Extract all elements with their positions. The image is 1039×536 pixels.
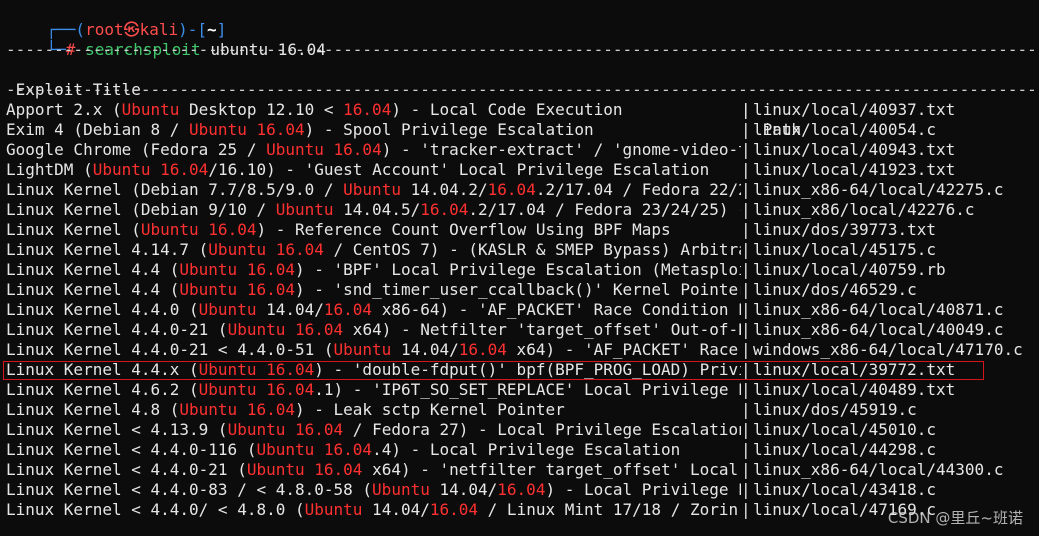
prompt-line-1: ┌──(root㉿kali)-[~] [8, 0, 227, 39]
table-row: Exim 4 (Debian 8 / Ubuntu 16.04) - Spool… [6, 120, 1036, 140]
exploit-title: LightDM (Ubuntu 16.04/16.10) - 'Guest Ac… [6, 160, 710, 179]
table-row: Linux Kernel (Ubuntu 16.04) - Reference … [6, 220, 1036, 240]
separator-header: ----------------------------------------… [6, 80, 1036, 99]
exploit-title: Linux Kernel 4.4 (Ubuntu 16.04) - 'BPF' … [6, 260, 741, 279]
column-separator: | [741, 420, 751, 439]
table-row: Linux Kernel 4.4.0 (Ubuntu 14.04/16.04 x… [6, 300, 1036, 320]
exploit-path: linux/local/40937.txt [753, 100, 956, 119]
exploit-title: Linux Kernel (Debian 7.7/8.5/9.0 / Ubunt… [6, 180, 741, 199]
exploit-path: linux/dos/39773.txt [753, 220, 937, 239]
table-row: Linux Kernel < 4.4.0-83 / < 4.8.0-58 (Ub… [6, 480, 1036, 500]
table-row: Linux Kernel (Debian 7.7/8.5/9.0 / Ubunt… [6, 180, 1036, 200]
exploit-title: Linux Kernel < 4.13.9 (Ubuntu 16.04 / Fe… [6, 420, 741, 439]
exploit-path: linux_x86/local/42276.c [753, 200, 975, 219]
exploit-path: linux_x86-64/local/40049.c [753, 320, 1004, 339]
separator-top: ----------------------------------------… [6, 40, 1036, 59]
column-separator: | [741, 280, 751, 299]
table-row: Linux Kernel 4.4.x (Ubuntu 16.04) - 'dou… [6, 360, 1036, 380]
exploit-title: Linux Kernel < 4.4.0-83 / < 4.8.0-58 (Ub… [6, 480, 741, 499]
exploit-title: Linux Kernel (Ubuntu 16.04) - Reference … [6, 220, 671, 239]
exploit-title: Linux Kernel < 4.4.0-116 (Ubuntu 16.04.4… [6, 440, 681, 459]
column-separator: | [741, 100, 751, 119]
exploit-path: linux/dos/45919.c [753, 400, 917, 419]
table-header: Exploit Title | Path [6, 60, 1036, 139]
exploit-path: linux/local/40489.txt [753, 380, 956, 399]
exploit-title: Linux Kernel 4.6.2 (Ubuntu 16.04.1) - 'I… [6, 380, 741, 399]
column-separator: | [741, 180, 751, 199]
table-row: Linux Kernel 4.14.7 (Ubuntu 16.04 / Cent… [6, 240, 1036, 260]
table-row: Linux Kernel 4.6.2 (Ubuntu 16.04.1) - 'I… [6, 380, 1036, 400]
column-separator: | [741, 480, 751, 499]
exploit-title: Linux Kernel 4.4.x (Ubuntu 16.04) - 'dou… [6, 360, 741, 379]
table-row: LightDM (Ubuntu 16.04/16.10) - 'Guest Ac… [6, 160, 1036, 180]
table-row: Apport 2.x (Ubuntu Desktop 12.10 < 16.04… [6, 100, 1036, 120]
watermark: CSDN @里丘~班诺 [887, 509, 1023, 527]
exploit-title: Exim 4 (Debian 8 / Ubuntu 16.04) - Spool… [6, 120, 594, 139]
exploit-path: linux_x86-64/local/42275.c [753, 180, 1004, 199]
column-separator: | [741, 460, 751, 479]
exploit-title: Linux Kernel 4.8 (Ubuntu 16.04) - Leak s… [6, 400, 565, 419]
table-row: Linux Kernel 4.4.0-21 (Ubuntu 16.04 x64)… [6, 320, 1036, 340]
exploit-title: Apport 2.x (Ubuntu Desktop 12.10 < 16.04… [6, 100, 623, 119]
terminal-window[interactable]: ┌──(root㉿kali)-[~] └─# searchsploit ubun… [0, 0, 1039, 536]
exploit-path: linux/local/40054.c [753, 120, 937, 139]
exploit-path: linux/local/40943.txt [753, 140, 956, 159]
exploit-path: linux_x86-64/local/44300.c [753, 460, 1004, 479]
exploit-title: Linux Kernel 4.4.0-21 < 4.4.0-51 (Ubuntu… [6, 340, 739, 359]
exploit-path: linux_x86-64/local/40871.c [753, 300, 1004, 319]
table-row: Linux Kernel < 4.13.9 (Ubuntu 16.04 / Fe… [6, 420, 1036, 440]
column-separator: | [741, 260, 751, 279]
column-separator: | [741, 500, 751, 519]
exploit-path: linux/local/45175.c [753, 240, 937, 259]
table-row: Linux Kernel 4.4 (Ubuntu 16.04) - 'BPF' … [6, 260, 1036, 280]
table-row: Linux Kernel < 4.4.0-21 (Ubuntu 16.04 x6… [6, 460, 1036, 480]
table-row: Linux Kernel (Debian 9/10 / Ubuntu 14.04… [6, 200, 1036, 220]
table-row: Linux Kernel < 4.4.0-116 (Ubuntu 16.04.4… [6, 440, 1036, 460]
column-separator: | [741, 340, 751, 359]
exploit-title: Linux Kernel < 4.4.0/ < 4.8.0 (Ubuntu 14… [6, 500, 741, 519]
exploit-title: Linux Kernel 4.4.0-21 (Ubuntu 16.04 x64)… [6, 320, 741, 339]
table-row: Linux Kernel 4.4.0-21 < 4.4.0-51 (Ubuntu… [6, 340, 1036, 360]
table-row: Linux Kernel 4.4 (Ubuntu 16.04) - 'snd_t… [6, 280, 1036, 300]
column-separator: | [741, 140, 751, 159]
exploit-title: Linux Kernel < 4.4.0-21 (Ubuntu 16.04 x6… [6, 460, 741, 479]
table-row: Linux Kernel < 4.4.0/ < 4.8.0 (Ubuntu 14… [6, 500, 1036, 520]
column-separator: | [741, 200, 751, 219]
column-separator: | [741, 440, 751, 459]
column-separator: | [741, 120, 751, 139]
exploit-path: linux/dos/46529.c [753, 280, 917, 299]
table-row: Linux Kernel 4.8 (Ubuntu 16.04) - Leak s… [6, 400, 1036, 420]
exploit-title: Linux Kernel 4.4.0 (Ubuntu 14.04/16.04 x… [6, 300, 741, 319]
prompt-line-2: └─# searchsploit ubuntu 16.04 [8, 20, 326, 59]
exploit-path: windows_x86-64/local/47170.c [753, 340, 1023, 359]
exploit-path: linux/local/45010.c [753, 420, 937, 439]
exploit-path: linux/local/40759.rb [753, 260, 946, 279]
exploit-path: linux/local/43418.c [753, 480, 937, 499]
exploit-path: linux/local/44298.c [753, 440, 937, 459]
exploit-title: Linux Kernel 4.14.7 (Ubuntu 16.04 / Cent… [6, 240, 741, 259]
exploit-path: linux/local/39772.txt [753, 360, 956, 379]
column-separator: | [741, 400, 751, 419]
column-separator: | [741, 300, 751, 319]
exploit-path: linux/local/41923.txt [753, 160, 956, 179]
column-separator: | [741, 320, 751, 339]
column-separator: | [741, 160, 751, 179]
exploit-title: Linux Kernel 4.4 (Ubuntu 16.04) - 'snd_t… [6, 280, 741, 299]
column-separator: | [741, 380, 751, 399]
column-separator: | [741, 240, 751, 259]
column-separator: | [741, 220, 751, 239]
exploit-title: Google Chrome (Fedora 25 / Ubuntu 16.04)… [6, 140, 741, 159]
column-separator: | [741, 360, 751, 379]
table-row: Google Chrome (Fedora 25 / Ubuntu 16.04)… [6, 140, 1036, 160]
exploit-title: Linux Kernel (Debian 9/10 / Ubuntu 14.04… [6, 200, 741, 219]
